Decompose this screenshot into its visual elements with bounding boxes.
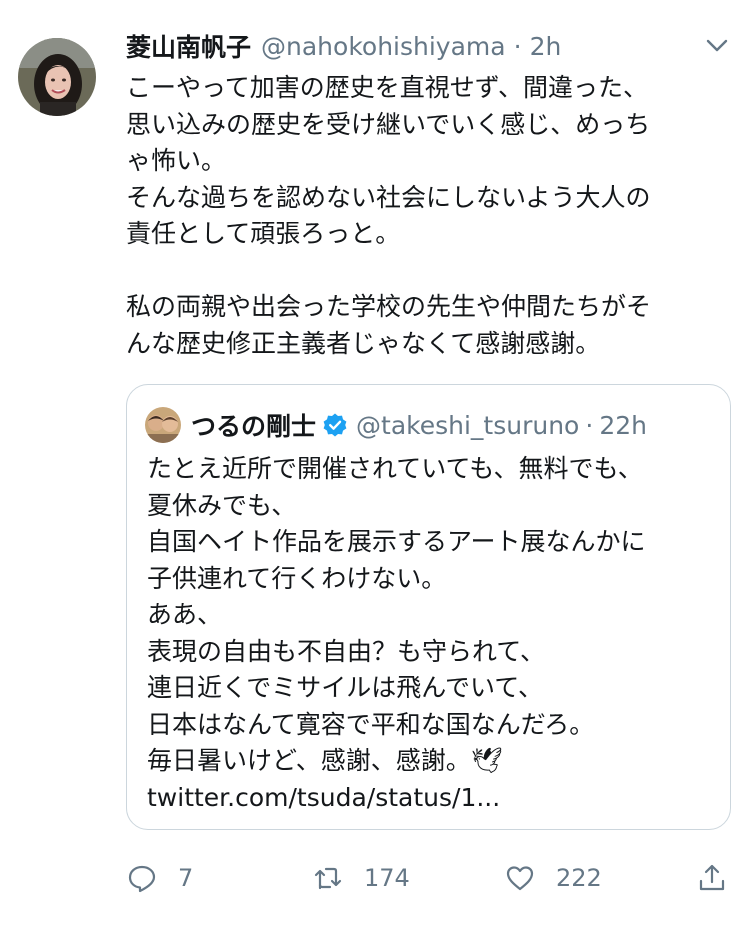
quoted-author-avatar: [145, 407, 181, 443]
verified-badge-icon: [323, 413, 347, 437]
author-name[interactable]: 菱山南帆子: [126, 28, 251, 64]
heart-icon: [506, 866, 534, 891]
quoted-author-name: つるの剛士: [191, 412, 317, 441]
retweet-icon: [314, 867, 342, 890]
like-count: 222: [556, 864, 602, 892]
tweet-header: 菱山南帆子 @nahokohishiyama · 2h: [126, 26, 561, 66]
tweet-timestamp[interactable]: 2h: [530, 32, 562, 61]
quoted-author-handle: @takeshi_tsuruno: [356, 410, 580, 440]
author-handle[interactable]: @nahokohishiyama: [261, 32, 506, 61]
tweet-actions: 7 174 222: [126, 858, 731, 898]
separator-dot: ·: [585, 410, 594, 440]
reply-icon: [128, 865, 156, 893]
retweet-count: 174: [364, 864, 410, 892]
share-icon: [699, 864, 725, 891]
separator-dot: ·: [513, 31, 522, 61]
quoted-tweet[interactable]: つるの剛士 @takeshi_tsuruno · 22h たとえ近所で開催されて…: [126, 384, 731, 830]
reply-count: 7: [178, 864, 194, 892]
like-button[interactable]: 222: [504, 858, 602, 898]
reply-button[interactable]: 7: [126, 858, 193, 898]
quoted-tweet-header: つるの剛士 @takeshi_tsuruno · 22h: [191, 405, 647, 445]
quoted-tweet-text: たとえ近所で開催されていても、無料でも、 夏休みでも、 自国ヘイト作品を展示する…: [147, 454, 646, 812]
share-button[interactable]: [696, 858, 728, 898]
retweet-button[interactable]: 174: [312, 858, 410, 898]
tweet-text: こーやって加害の歴史を直視せず、間違った、 思い込みの歴史を受け継いでいく感じ、…: [126, 73, 652, 358]
quoted-tweet-timestamp: 22h: [599, 410, 647, 440]
tweet[interactable]: 菱山南帆子 @nahokohishiyama · 2h こーやって加害の歴史を直…: [0, 0, 733, 931]
author-avatar[interactable]: [18, 38, 96, 116]
chevron-down-icon[interactable]: [706, 38, 728, 54]
